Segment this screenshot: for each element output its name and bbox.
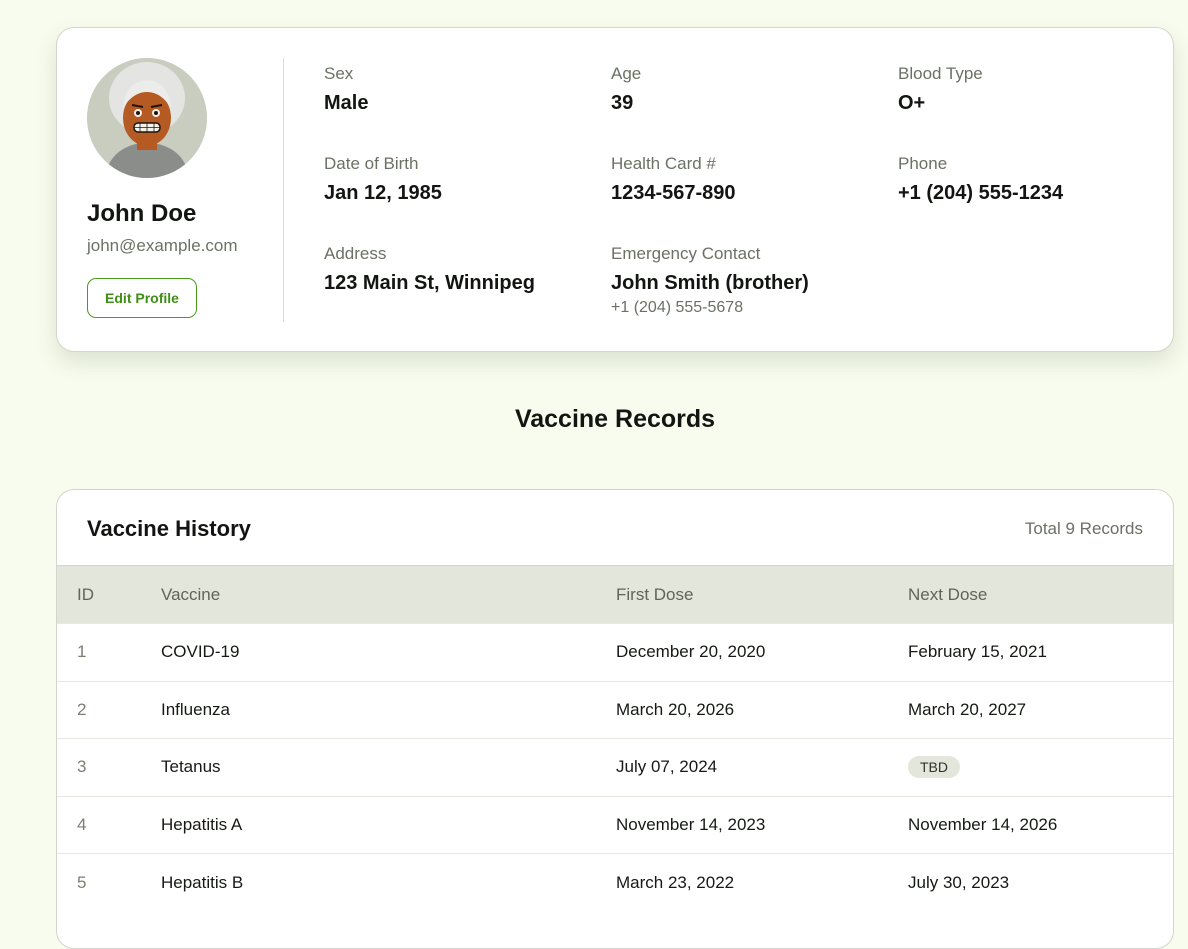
cell-first-dose: December 20, 2020 (616, 642, 766, 662)
field-value: +1 (204) 555-1234 (898, 182, 1064, 204)
table-row[interactable]: 5 Hepatitis B March 23, 2022 July 30, 20… (57, 853, 1173, 912)
field-age: Age 39 (611, 63, 641, 115)
cell-id: 4 (77, 814, 87, 834)
cell-next-dose: February 15, 2021 (908, 642, 1047, 662)
field-label: Phone (898, 154, 948, 173)
field-value: Jan 12, 1985 (324, 182, 442, 204)
cell-id: 3 (77, 757, 87, 777)
field-phone: Phone +1 (204) 555-1234 (898, 153, 1063, 205)
cell-id: 1 (77, 642, 87, 662)
field-health-card: Health Card # 1234-567-890 (611, 153, 736, 205)
section-title: Vaccine Records (514, 405, 716, 433)
cell-next-dose: TBD (894, 739, 1173, 797)
cell-next-dose: March 20, 2027 (908, 699, 1027, 719)
cell-vaccine: Hepatitis B (161, 872, 244, 892)
user-email: john@example.com (87, 236, 238, 255)
cell-next-dose: July 30, 2023 (908, 872, 1010, 892)
cell-vaccine: Hepatitis A (161, 814, 243, 834)
field-label: Health Card # (611, 154, 716, 173)
emergency-contact-phone: +1 (204) 555-5678 (611, 299, 744, 316)
field-value: O+ (898, 92, 926, 114)
field-value: John Smith (brother) (611, 272, 809, 294)
user-name: John Doe (87, 200, 197, 227)
history-total: Total 9 Records (1024, 519, 1143, 538)
cell-first-dose: November 14, 2023 (616, 814, 766, 834)
field-date-of-birth: Date of Birth Jan 12, 1985 (324, 153, 442, 205)
field-emergency-contact: Emergency Contact John Smith (brother) +… (611, 243, 809, 317)
field-value: 39 (611, 92, 634, 114)
field-label: Blood Type (898, 64, 983, 83)
column-header-first-dose[interactable]: First Dose (602, 566, 894, 624)
column-header-id[interactable]: ID (57, 566, 147, 624)
history-title: Vaccine History (87, 516, 251, 541)
vaccine-table: ID Vaccine First Dose Next Dose 1 COVID-… (57, 565, 1173, 911)
column-header-next-dose[interactable]: Next Dose (894, 566, 1173, 624)
avatar-illustration-icon (87, 58, 207, 178)
field-value: Male (324, 92, 369, 114)
field-label: Address (324, 244, 387, 263)
field-label: Date of Birth (324, 154, 419, 173)
cell-next-dose: November 14, 2026 (908, 814, 1058, 834)
field-value: 1234-567-890 (611, 182, 736, 204)
tbd-badge: TBD (908, 756, 960, 779)
profile-card: John Doe john@example.com Edit Profile S… (56, 27, 1174, 352)
cell-id: 2 (77, 699, 87, 719)
cell-first-dose: July 07, 2024 (616, 757, 718, 777)
cell-vaccine: COVID-19 (161, 642, 240, 662)
table-row[interactable]: 4 Hepatitis A November 14, 2023 November… (57, 796, 1173, 854)
cell-vaccine: Tetanus (161, 757, 221, 777)
cell-first-dose: March 20, 2026 (616, 699, 735, 719)
field-blood-type: Blood Type O+ (898, 63, 983, 115)
field-label: Sex (324, 64, 354, 83)
field-value: 123 Main St, Winnipeg (324, 272, 535, 294)
field-address: Address 123 Main St, Winnipeg (324, 243, 535, 295)
table-row[interactable]: 1 COVID-19 December 20, 2020 February 15… (57, 623, 1173, 682)
table-row[interactable]: 2 Influenza March 20, 2026 March 20, 202… (57, 681, 1173, 739)
field-label: Emergency Contact (611, 244, 761, 263)
edit-profile-button[interactable]: Edit Profile (87, 278, 197, 318)
field-label: Age (611, 64, 642, 83)
field-sex: Sex Male (324, 63, 368, 115)
column-header-vaccine[interactable]: Vaccine (147, 566, 602, 624)
cell-vaccine: Influenza (161, 699, 230, 719)
avatar (87, 58, 207, 178)
cell-first-dose: March 23, 2022 (616, 872, 735, 892)
cell-id: 5 (77, 872, 87, 892)
vaccine-history-card: Vaccine History Total 9 Records ID Vacci… (56, 489, 1174, 949)
profile-divider (283, 58, 284, 322)
table-header-row: ID Vaccine First Dose Next Dose (57, 565, 1173, 624)
table-row[interactable]: 3 Tetanus July 07, 2024 TBD (57, 738, 1173, 797)
